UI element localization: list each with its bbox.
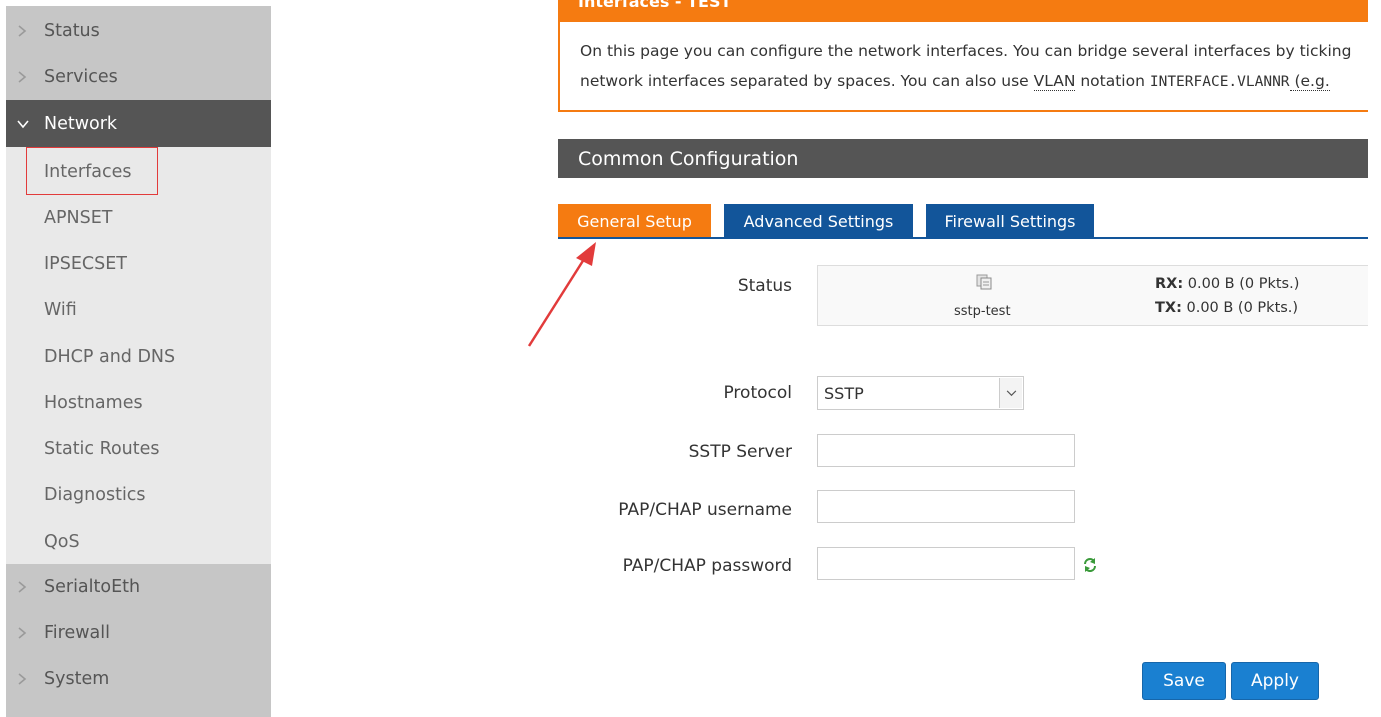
vlan-notation-code: INTERFACE.VLANNR [1149,74,1290,90]
chevron-right-icon [18,71,27,83]
page-title-bar: Interfaces - TEST [558,0,1368,22]
tab-advanced-settings[interactable]: Advanced Settings [724,204,913,238]
password-input[interactable] [817,547,1075,580]
tx-value: 0.00 B (0 Pkts.) [1181,300,1299,316]
rx-stat: RX: 0.00 B (0 Pkts.) [1155,276,1299,292]
apply-button[interactable]: Apply [1231,662,1319,700]
sidebar-item-label: Services [44,67,118,87]
tab-firewall-settings[interactable]: Firewall Settings [926,204,1094,238]
chevron-down-icon[interactable] [999,378,1022,408]
tx-label: TX: [1155,300,1182,316]
sidebar-item-hostnames[interactable]: Hostnames [6,380,271,426]
tab-general-setup[interactable]: General Setup [558,204,711,238]
vlan-abbr: VLAN [1033,72,1076,91]
username-input[interactable] [817,490,1075,523]
interfaces-highlight-box [26,147,158,195]
sidebar-item-ipsecset[interactable]: IPSECSET [6,241,271,287]
sidebar-item-label: Hostnames [44,393,143,413]
sidebar-item-static-routes[interactable]: Static Routes [6,426,271,472]
sstp-server-input[interactable] [817,434,1075,467]
network-submenu: Interfaces APNSET IPSECSET Wifi DHCP and… [6,147,271,564]
sidebar-item-qos[interactable]: QoS [6,519,271,565]
username-label: PAP/CHAP username [618,500,792,520]
status-box: sstp-test RX: 0.00 B (0 Pkts.) TX: 0.00 … [817,265,1368,326]
tab-underline [558,237,1368,239]
chevron-right-icon [18,25,27,37]
sidebar-item-system[interactable]: System [6,656,271,702]
sidebar: Status Services Network Interfaces APNSE… [6,6,271,717]
password-label: PAP/CHAP password [622,556,792,576]
interface-name: sstp-test [954,304,1011,319]
sidebar-item-label: Static Routes [44,439,160,459]
page-title: Interfaces - TEST [578,0,732,11]
rx-label: RX: [1155,276,1184,292]
chevron-right-icon [18,627,27,639]
sidebar-item-label: APNSET [44,208,113,228]
sidebar-item-label: SerialtoEth [44,577,141,597]
save-button[interactable]: Save [1142,662,1226,700]
tx-stat: TX: 0.00 B (0 Pkts.) [1155,300,1298,316]
protocol-selected-value: SSTP [824,384,864,403]
sidebar-item-label: System [44,669,110,689]
description-text: (e.g. [1289,72,1330,91]
protocol-label: Protocol [723,383,792,403]
sidebar-item-wifi[interactable]: Wifi [6,287,271,333]
sidebar-item-label: Status [44,21,100,41]
sidebar-item-dhcp-dns[interactable]: DHCP and DNS [6,334,271,380]
sidebar-item-diagnostics[interactable]: Diagnostics [6,472,271,518]
sidebar-item-network[interactable]: Network [6,100,271,147]
sidebar-item-status[interactable]: Status [6,8,271,54]
sidebar-item-label: DHCP and DNS [44,347,176,367]
section-title: Common Configuration [558,139,1368,178]
chevron-down-icon [17,119,29,128]
description-line: network interfaces separated by spaces. … [580,72,1330,91]
sidebar-item-label: Firewall [44,623,110,643]
status-label: Status [737,276,792,296]
sidebar-item-label: Diagnostics [44,485,146,505]
network-interface-icon [976,274,992,290]
reveal-password-icon[interactable] [1081,556,1099,574]
sidebar-item-label: Network [44,113,118,134]
protocol-select[interactable]: SSTP [817,376,1024,410]
page-description: On this page you can configure the netwo… [558,22,1368,112]
description-text: notation [1075,72,1150,90]
sidebar-item-services[interactable]: Services [6,54,271,100]
sidebar-item-serialtoeth[interactable]: SerialtoEth [6,564,271,610]
sstp-server-label: SSTP Server [688,442,792,462]
chevron-right-icon [18,581,27,593]
sidebar-item-firewall[interactable]: Firewall [6,610,271,656]
description-text: network interfaces separated by spaces. … [580,72,1034,90]
sidebar-item-label: Wifi [44,300,77,320]
chevron-right-icon [18,673,27,685]
sidebar-item-label: IPSECSET [44,254,127,274]
rx-value: 0.00 B (0 Pkts.) [1183,276,1300,292]
description-line: On this page you can configure the netwo… [580,42,1352,60]
sidebar-item-apnset[interactable]: APNSET [6,195,271,241]
sidebar-item-label: QoS [44,532,80,552]
